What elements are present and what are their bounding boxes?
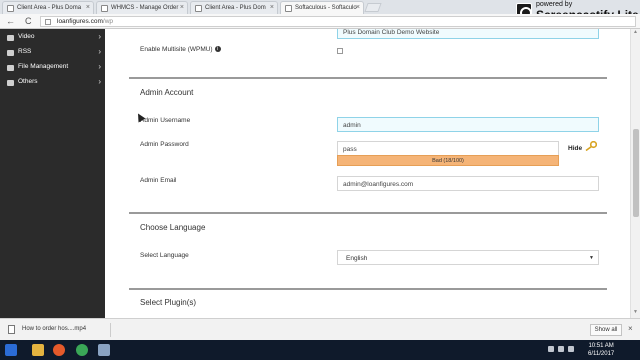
address-bar: ← C loanfigures.com/wp <box>0 14 640 29</box>
download-item[interactable]: How to order hos....mp4 <box>4 323 104 336</box>
section-divider <box>129 77 607 79</box>
section-divider <box>129 212 607 214</box>
show-all-button[interactable]: Show all <box>590 324 622 336</box>
reload-icon[interactable]: C <box>25 16 32 26</box>
close-icon[interactable]: × <box>356 4 360 11</box>
back-arrow-icon[interactable]: ← <box>6 16 15 26</box>
tab-softaculous[interactable]: Softaculous - Softaculo × <box>280 1 364 14</box>
chevron-right-icon: › <box>98 47 101 56</box>
hide-password-button[interactable]: Hide <box>568 145 582 152</box>
firefox-icon[interactable] <box>53 344 65 356</box>
close-icon[interactable]: × <box>86 4 90 11</box>
page-icon <box>101 5 108 12</box>
choose-language-heading: Choose Language <box>140 223 206 232</box>
multisite-checkbox[interactable] <box>337 48 343 54</box>
clock-date: 6/11/2017 <box>588 351 615 357</box>
scrollbar-thumb[interactable] <box>633 129 639 217</box>
app-icon[interactable] <box>98 344 110 356</box>
multisite-label: Enable Multisite (WPMU) i <box>140 46 221 53</box>
scroll-up-icon[interactable]: ▲ <box>633 29 638 35</box>
url-path: /wp <box>102 18 114 25</box>
tab-label: Softaculous - Softaculo <box>295 5 357 11</box>
multisite-label-text: Enable Multisite (WPMU) <box>140 46 213 53</box>
file-icon <box>8 325 15 334</box>
tab-client-area-1[interactable]: Client Area - Plus Doma × <box>2 1 94 14</box>
chevron-right-icon: › <box>98 32 101 41</box>
admin-email-input[interactable]: admin@loanfigures.com <box>337 176 599 191</box>
windows-start-icon[interactable] <box>5 344 17 356</box>
category-sidebar: Video › RSS › File Management › Others › <box>0 29 105 318</box>
rss-icon <box>7 50 14 56</box>
info-icon[interactable]: i <box>214 46 221 53</box>
sidebar-item-video[interactable]: Video › <box>0 31 105 45</box>
section-divider <box>129 288 607 290</box>
tab-label: Client Area - Plus Dom <box>205 5 266 11</box>
admin-email-label: Admin Email <box>140 177 177 184</box>
page-icon <box>195 5 202 12</box>
close-icon[interactable]: × <box>628 324 633 333</box>
sidebar-item-label: Others <box>18 78 38 85</box>
page-icon <box>7 5 14 12</box>
chrome-icon[interactable] <box>76 344 88 356</box>
key-icon[interactable] <box>585 141 597 151</box>
password-strength-bar: Bad (18/100) <box>337 155 559 166</box>
select-language-label: Select Language <box>140 252 189 259</box>
folder-icon <box>7 65 14 71</box>
chevron-right-icon: › <box>98 77 101 86</box>
admin-password-label: Admin Password <box>140 141 189 148</box>
file-explorer-icon[interactable] <box>32 344 44 356</box>
scroll-down-icon[interactable]: ▼ <box>633 309 638 315</box>
clock-time: 10:51 AM <box>588 343 614 349</box>
watermark-powered-by: powered by <box>536 1 573 8</box>
download-bar: How to order hos....mp4 Show all × <box>0 318 640 340</box>
admin-account-heading: Admin Account <box>140 88 194 97</box>
admin-password-input[interactable]: pass <box>337 141 559 156</box>
tab-whmcs[interactable]: WHMCS - Manage Order × <box>96 1 188 14</box>
language-select[interactable]: English ▼ <box>337 250 599 265</box>
url-input[interactable]: loanfigures.com/wp <box>40 16 636 27</box>
new-tab-button[interactable] <box>364 3 382 12</box>
network-icon[interactable] <box>548 346 554 352</box>
site-description-input[interactable]: Plus Domain Club Demo Website <box>337 29 599 39</box>
tab-label: WHMCS - Manage Order <box>111 5 179 11</box>
sidebar-item-file-management[interactable]: File Management › <box>0 61 105 75</box>
select-plugins-heading: Select Plugin(s) <box>140 298 197 307</box>
divider <box>110 323 111 337</box>
volume-icon[interactable] <box>558 346 564 352</box>
download-filename: How to order hos....mp4 <box>22 326 87 332</box>
language-select-value: English <box>346 255 368 262</box>
sidebar-item-label: RSS <box>18 48 32 55</box>
video-icon <box>7 35 14 41</box>
sidebar-item-others[interactable]: Others › <box>0 76 105 90</box>
page-icon <box>285 5 292 12</box>
clock[interactable]: 10:51 AM 6/11/2017 <box>588 342 614 358</box>
tab-label: Client Area - Plus Doma <box>17 5 82 11</box>
page-info-icon[interactable] <box>45 19 51 25</box>
sidebar-item-label: Video <box>18 33 35 40</box>
close-icon[interactable]: × <box>180 4 184 11</box>
others-icon <box>7 80 14 86</box>
taskbar: 10:51 AM 6/11/2017 <box>0 340 640 360</box>
chevron-right-icon: › <box>98 62 101 71</box>
page-scrollbar[interactable]: ▲ ▼ <box>630 29 640 318</box>
sidebar-item-rss[interactable]: RSS › <box>0 46 105 60</box>
sidebar-item-label: File Management <box>18 63 69 70</box>
install-form: Plus Domain Club Demo Website Enable Mul… <box>105 29 630 318</box>
admin-username-input[interactable]: admin <box>337 117 599 132</box>
tab-client-area-2[interactable]: Client Area - Plus Dom × <box>190 1 278 14</box>
url-domain: loanfigures.com <box>57 18 103 25</box>
close-icon[interactable]: × <box>270 4 274 11</box>
notification-icon[interactable] <box>568 346 574 352</box>
admin-username-label: Admin Username <box>140 117 191 124</box>
dropdown-arrow-icon: ▼ <box>589 255 594 261</box>
